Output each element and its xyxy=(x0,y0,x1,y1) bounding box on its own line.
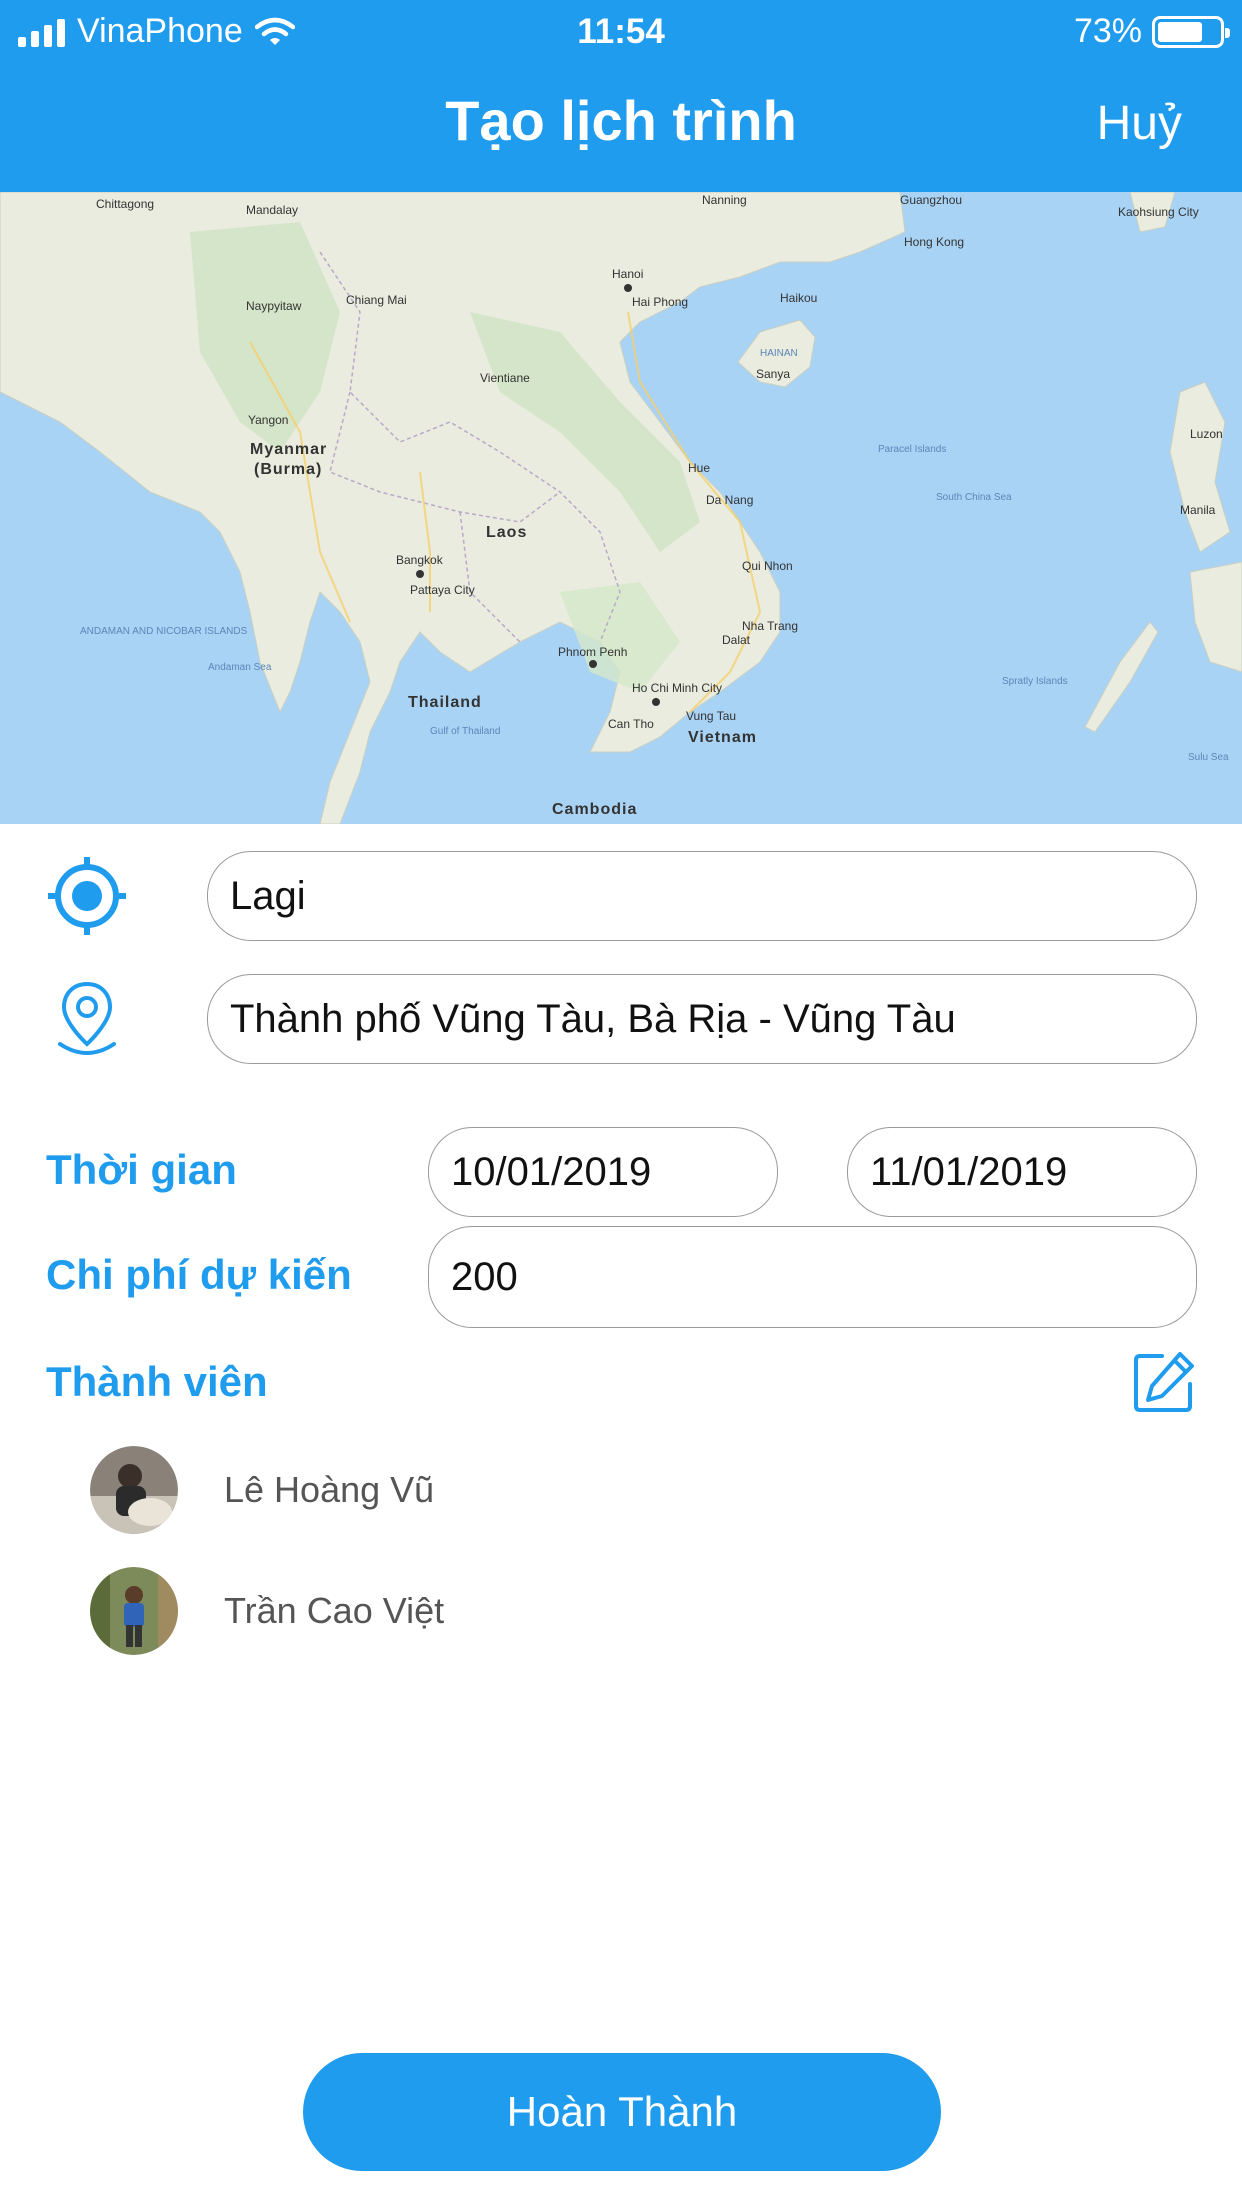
map-dot-bangkok xyxy=(416,570,424,578)
map-label-hainan: HAINAN xyxy=(760,348,798,359)
battery-icon xyxy=(1152,15,1230,48)
map-label-pattaya: Pattaya City xyxy=(410,583,475,597)
map-label-guangzhou: Guangzhou xyxy=(900,193,962,207)
map-label-luzon: Luzon xyxy=(1190,427,1223,441)
map-label-hcmc: Ho Chi Minh City xyxy=(632,681,722,695)
time-label: Thời gian xyxy=(46,1146,237,1193)
header-bar: VinaPhone 11:54 73% Tạo lịch trình Huỷ xyxy=(0,0,1242,192)
map-label-danang: Da Nang xyxy=(706,493,753,507)
map-dot-phnompenh xyxy=(589,660,597,668)
end-date-input[interactable]: 11/01/2019 xyxy=(847,1127,1197,1217)
land-palawan xyxy=(1084,621,1159,733)
land-luzon xyxy=(1169,381,1231,553)
map-label-cantho: Can Tho xyxy=(608,717,654,731)
map-label-laos: Laos xyxy=(486,524,527,541)
map-dot-hanoi xyxy=(624,284,632,292)
member-item[interactable]: Trần Cao Việt xyxy=(90,1567,444,1655)
map-label-andaman-sea: Andaman Sea xyxy=(208,662,272,673)
map-label-haikou: Haikou xyxy=(780,291,817,305)
map-label-hanoi: Hanoi xyxy=(612,267,643,281)
map-label-thailand: Thailand xyxy=(408,694,482,711)
status-time: 11:54 xyxy=(577,12,665,51)
map-label-spratly: Spratly Islands xyxy=(1002,676,1068,687)
origin-input[interactable]: Lagi xyxy=(207,851,1197,941)
done-button[interactable]: Hoàn Thành xyxy=(303,2053,941,2171)
map-label-phnompenh: Phnom Penh xyxy=(558,645,627,659)
map-label-bangkok: Bangkok xyxy=(396,553,444,567)
cost-input[interactable]: 200 xyxy=(428,1226,1197,1328)
route-map[interactable]: Myanmar (Burma) Laos Thailand Cambodia V… xyxy=(0,192,1242,824)
map-label-paracel: Paracel Islands xyxy=(878,444,946,455)
map-label-vungtau: Vung Tau xyxy=(686,709,736,723)
map-label-burma: (Burma) xyxy=(254,461,322,478)
map-label-vietnam: Vietnam xyxy=(688,729,757,746)
map-label-dalat: Dalat xyxy=(722,633,751,647)
page-title: Tạo lịch trình xyxy=(445,89,797,152)
map-label-quinhon: Qui Nhon xyxy=(742,559,793,573)
map-label-mandalay: Mandalay xyxy=(246,203,298,217)
map-label-yangon: Yangon xyxy=(248,413,288,427)
map-label-chiangmai: Chiang Mai xyxy=(346,293,407,307)
cancel-button[interactable]: Huỷ xyxy=(1097,96,1182,151)
map-label-hongkong: Hong Kong xyxy=(904,235,964,249)
member-avatar-2 xyxy=(90,1567,178,1655)
land-philippines-south xyxy=(1189,561,1242,673)
current-location-icon xyxy=(48,857,126,935)
map-label-andaman-islands: ANDAMAN AND NICOBAR ISLANDS xyxy=(80,626,248,637)
map-label-nanning: Nanning xyxy=(702,193,747,207)
member-item[interactable]: Lê Hoàng Vũ xyxy=(90,1446,434,1534)
edit-members-icon[interactable] xyxy=(1132,1350,1196,1414)
map-label-myanmar: Myanmar xyxy=(250,441,327,458)
battery-fill xyxy=(1158,21,1202,42)
map-canvas: Myanmar (Burma) Laos Thailand Cambodia V… xyxy=(0,192,1242,824)
map-label-sanya: Sanya xyxy=(756,367,790,381)
map-label-south-china-sea: South China Sea xyxy=(936,492,1012,503)
status-bar: VinaPhone 11:54 73% xyxy=(0,0,1242,62)
destination-input[interactable]: Thành phố Vũng Tàu, Bà Rịa - Vũng Tàu xyxy=(207,974,1197,1064)
map-label-kaohsiung: Kaohsiung City xyxy=(1118,205,1199,219)
battery-percent: 73% xyxy=(1073,12,1142,50)
map-label-naypyitaw: Naypyitaw xyxy=(246,299,302,313)
members-label: Thành viên xyxy=(46,1358,268,1405)
member-name: Trần Cao Việt xyxy=(224,1590,445,1631)
cost-label: Chi phí dự kiến xyxy=(46,1251,352,1298)
map-label-nhatrang: Nha Trang xyxy=(742,619,798,633)
map-label-hue: Hue xyxy=(688,461,710,475)
member-avatar-1 xyxy=(90,1446,178,1534)
member-name: Lê Hoàng Vũ xyxy=(224,1469,435,1510)
status-right: 73% xyxy=(1073,12,1230,51)
map-label-gulf-thailand: Gulf of Thailand xyxy=(430,726,500,737)
map-label-haiphong: Hai Phong xyxy=(632,295,688,309)
destination-pin-icon xyxy=(58,981,116,1055)
map-label-cambodia: Cambodia xyxy=(552,801,637,818)
map-dot-hcmc xyxy=(652,698,660,706)
map-label-vientiane: Vientiane xyxy=(480,371,530,385)
map-label-sulu-sea: Sulu Sea xyxy=(1188,752,1229,763)
map-label-manila: Manila xyxy=(1180,503,1216,517)
start-date-input[interactable]: 10/01/2019 xyxy=(428,1127,778,1217)
map-label-chittagong: Chittagong xyxy=(96,197,154,211)
